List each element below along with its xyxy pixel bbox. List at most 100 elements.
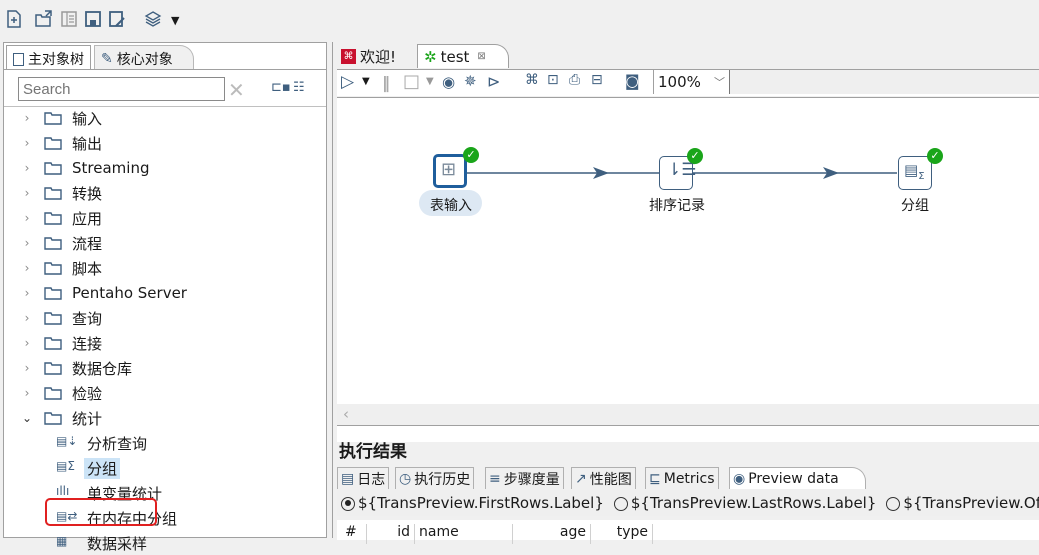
group-by-icon: ▤Σ [56, 459, 75, 473]
search-document-icon [13, 52, 24, 66]
save-as-icon[interactable] [108, 10, 126, 28]
tab-history[interactable]: ◷ 执行历史 [395, 467, 475, 489]
step-table-input[interactable]: ⊞ [433, 154, 467, 188]
tab-eye[interactable]: ◉ Preview data [729, 467, 866, 489]
debug-icon[interactable]: ✵ [464, 72, 477, 90]
transformation-canvas[interactable]: ⊞ ✓ 表输入 ⇂☰ ✓ 排序记录 ▤Σ ✓ 分组 [337, 97, 1039, 442]
chevron-right-icon[interactable]: › [20, 286, 34, 300]
chevron-right-icon[interactable]: › [20, 136, 34, 150]
tree-folder[interactable]: › 数据仓库 [4, 356, 132, 380]
show-results-icon[interactable]: ◙ [625, 72, 640, 90]
chevron-right-icon[interactable]: › [20, 386, 34, 400]
column-header[interactable]: # [337, 524, 367, 544]
horizontal-scrollbar[interactable]: ‹ [337, 404, 1039, 426]
open-file-icon[interactable] [35, 10, 53, 28]
tab-welcome[interactable]: ⌘ 欢迎! [335, 44, 402, 68]
tree-step-item[interactable]: ▦ 数据采样 [56, 531, 150, 555]
stop-icon[interactable]: □ [403, 71, 420, 92]
tree-folder[interactable]: › 连接 [4, 331, 102, 355]
save-icon[interactable] [84, 10, 102, 28]
tree-folder[interactable]: › 脚本 [4, 256, 102, 280]
verify-icon[interactable]: ⌘ [525, 72, 539, 88]
radio-button[interactable] [613, 496, 628, 511]
chevron-right-icon[interactable]: › [20, 161, 34, 175]
tree-folder[interactable]: › Streaming [4, 156, 150, 180]
stop-dropdown-icon[interactable]: ▼ [426, 76, 434, 87]
column-header[interactable]: age [513, 524, 591, 544]
results-title: 执行结果 [339, 442, 407, 462]
folder-icon [44, 212, 62, 225]
pause-icon[interactable]: ‖ [382, 73, 390, 92]
tree-folder[interactable]: › 检验 [4, 381, 102, 405]
tree-folder[interactable]: › 流程 [4, 231, 102, 255]
preview-icon[interactable]: ◉ [442, 73, 455, 91]
chevron-down-icon[interactable]: ⌄ [20, 411, 34, 425]
chevron-down-icon: ﹀ [714, 76, 725, 89]
chevron-right-icon[interactable]: › [20, 111, 34, 125]
tree-step-item[interactable]: ▤⇣ 分析查询 [56, 431, 150, 455]
expand-all-icon[interactable]: ☷ [293, 80, 305, 95]
search-input[interactable] [18, 77, 225, 101]
tab-performance-chart[interactable]: ↗ 性能图 [571, 467, 636, 489]
radio-button[interactable] [886, 496, 901, 511]
tree-folder[interactable]: ⌄ 统计 [4, 406, 102, 430]
sql-icon[interactable]: ⎙ [569, 72, 580, 88]
tree-folder[interactable]: › 查询 [4, 306, 102, 330]
step-group-by[interactable]: ▤Σ [898, 156, 932, 190]
tree-folder-label: 应用 [72, 209, 103, 228]
group-by-icon: ▤Σ [904, 161, 925, 182]
preview-grid-header: # id name age type [337, 520, 1039, 544]
tree-folder[interactable]: › 输出 [4, 131, 102, 155]
tree-folder-label: 输出 [72, 134, 103, 153]
tab-log[interactable]: ▤ 日志 [337, 467, 390, 489]
chevron-right-icon[interactable]: › [20, 311, 34, 325]
editor-panel: ⌘ 欢迎! ✲ test ⊠ ▷ ▼ ‖ □ ▼ ◉ ✵ ⊳ ⌘ ⊡ ⎙ ⊟ ◙… [332, 42, 1039, 544]
explore-repository-icon[interactable] [60, 10, 78, 28]
table-input-icon: ⊞ [441, 159, 457, 180]
radio-button[interactable] [341, 496, 355, 511]
preview-radio-option[interactable]: ${TransPreview.LastRows.Label} [610, 494, 876, 512]
tab-test[interactable]: ✲ test ⊠ [417, 44, 509, 68]
close-tab-icon[interactable]: ⊠ [477, 51, 485, 62]
transformation-toolbar: ▷ ▼ ‖ □ ▼ ◉ ✵ ⊳ ⌘ ⊡ ⎙ ⊟ ◙ 100% ﹀ [337, 69, 1039, 96]
new-file-icon[interactable] [5, 10, 23, 28]
zoom-select[interactable]: 100% ﹀ [653, 70, 729, 94]
tab-metrics[interactable]: ⊑ Metrics [645, 467, 719, 489]
dropdown-arrow-icon[interactable]: ▼ [171, 14, 179, 27]
chevron-right-icon[interactable]: › [20, 236, 34, 250]
column-header[interactable]: id [367, 524, 415, 544]
perspective-layers-icon[interactable] [144, 10, 162, 28]
tree-folder[interactable]: › 转换 [4, 181, 102, 205]
chevron-right-icon[interactable]: › [20, 211, 34, 225]
chevron-right-icon[interactable]: › [20, 361, 34, 375]
column-header[interactable]: type [591, 524, 653, 544]
scroll-left-icon[interactable]: ‹ [343, 405, 349, 423]
folder-icon [44, 387, 62, 400]
tab-core-objects[interactable]: ✎ 核心对象 [94, 45, 194, 69]
collapse-all-icon[interactable]: ⊏▪ [271, 80, 291, 95]
tree-folder-label: 数据仓库 [72, 359, 133, 378]
log-icon: ▤ [341, 470, 355, 487]
tree-folder-label: 连接 [72, 334, 103, 353]
folder-icon [44, 412, 62, 425]
tab-main-object-tree[interactable]: 主对象树 [6, 45, 91, 69]
tree-folder-label: Streaming [72, 159, 150, 177]
tab-step-metrics[interactable]: ≡ 步骤度量 [485, 467, 564, 489]
analytic-query-icon: ▤⇣ [56, 434, 78, 448]
impact-icon[interactable]: ⊡ [547, 72, 559, 88]
chevron-right-icon[interactable]: › [20, 261, 34, 275]
preview-radio-option[interactable]: ${TransPreview.Off.Label} [882, 494, 1039, 512]
chevron-right-icon[interactable]: › [20, 186, 34, 200]
tree-folder[interactable]: › 输入 [4, 106, 102, 130]
run-icon[interactable]: ▷ [341, 72, 354, 92]
run-dropdown-icon[interactable]: ▼ [362, 76, 370, 87]
explore-db-icon[interactable]: ⊟ [591, 72, 603, 88]
column-header[interactable]: name [415, 524, 513, 544]
tree-folder[interactable]: › 应用 [4, 206, 102, 230]
tree-step-item[interactable]: ▤Σ 分组 [56, 456, 121, 480]
chevron-right-icon[interactable]: › [20, 336, 34, 350]
tree-folder[interactable]: › Pentaho Server [4, 281, 187, 305]
replay-icon[interactable]: ⊳ [487, 72, 500, 91]
preview-radio-option[interactable]: ${TransPreview.FirstRows.Label} [337, 494, 604, 512]
clear-search-icon[interactable]: ✕ [228, 78, 245, 102]
